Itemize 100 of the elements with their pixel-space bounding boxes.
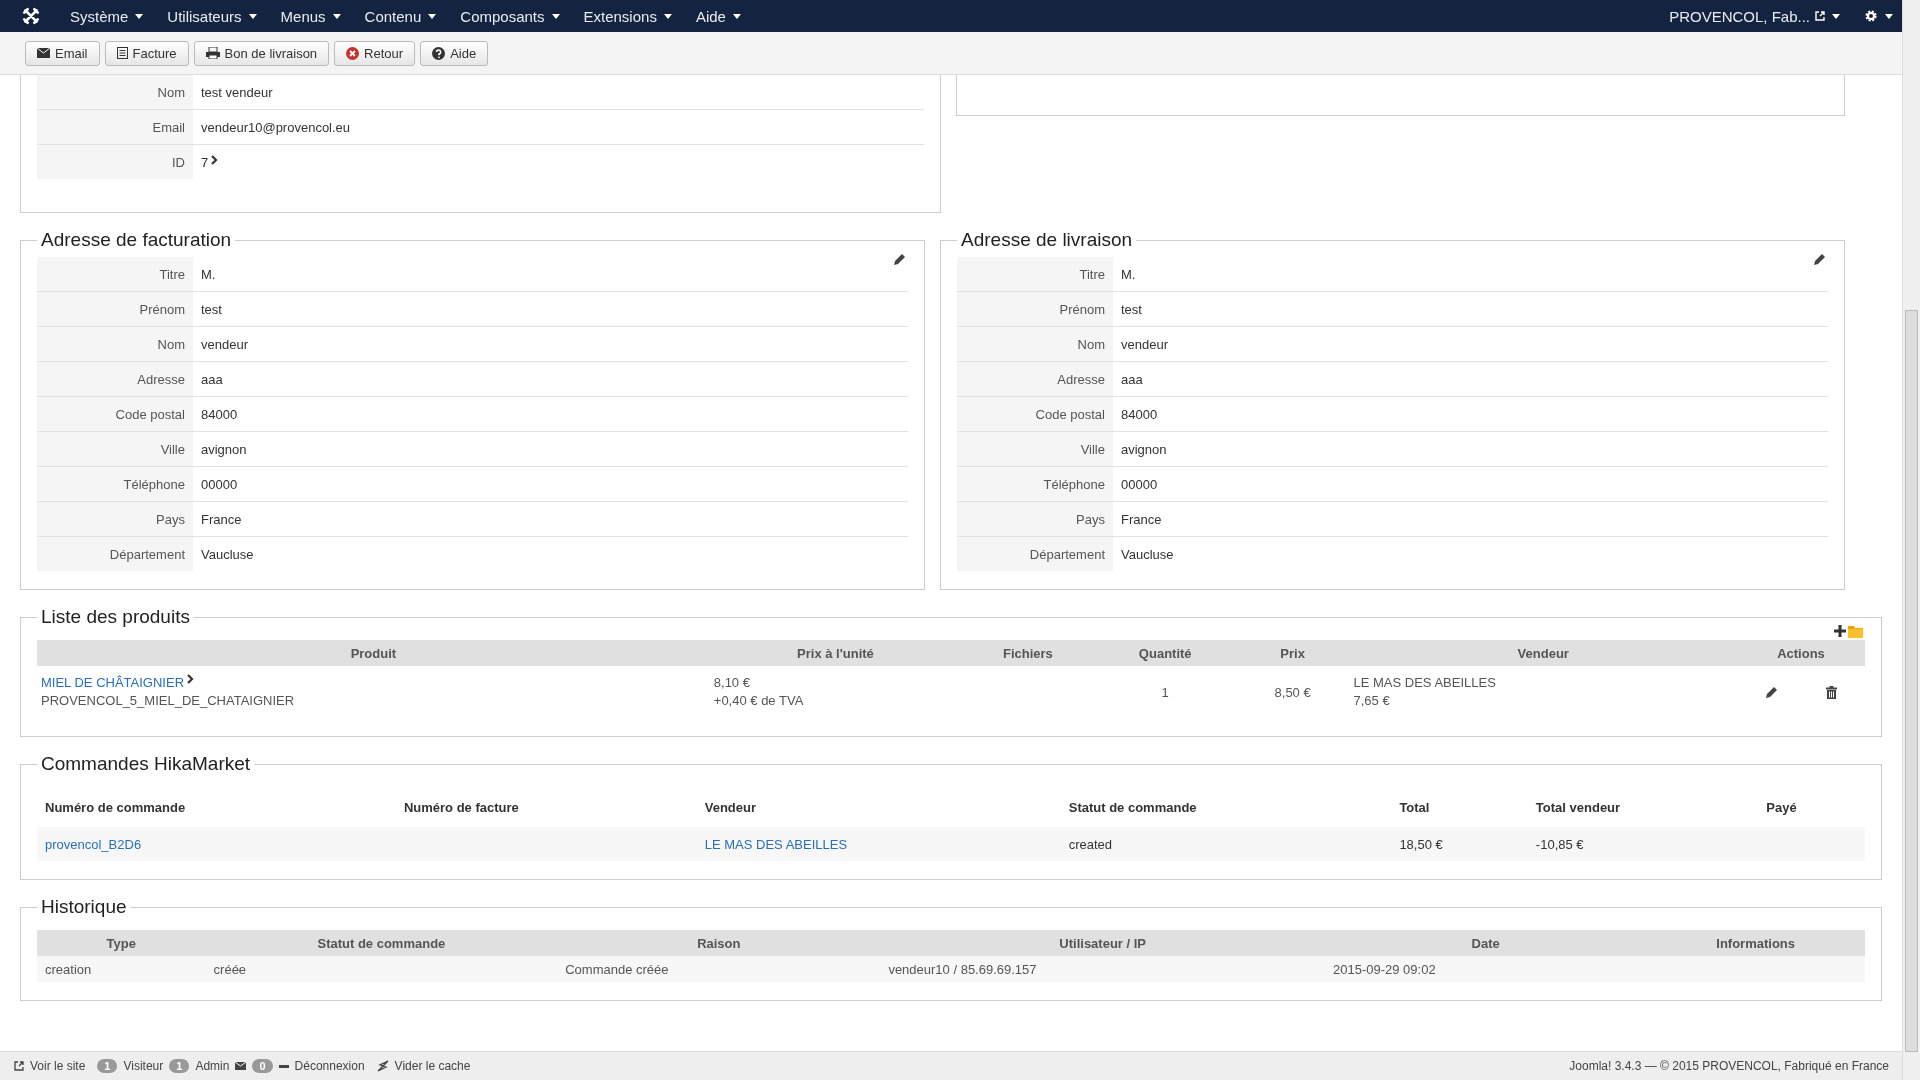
field-label: ID — [37, 144, 193, 179]
field-value: test vendeur — [201, 84, 273, 100]
table-cell: Commande créée — [557, 956, 881, 982]
envelope-icon — [37, 48, 50, 58]
column-header: Utilisateur / IP — [880, 930, 1325, 956]
column-header: Actions — [1736, 640, 1865, 666]
column-header: Informations — [1646, 930, 1865, 956]
order-link[interactable]: provencol_B2D6 — [45, 836, 142, 852]
count-badge: 1 — [169, 1059, 190, 1073]
field-label: Nom — [37, 75, 193, 110]
column-header: Type — [37, 930, 206, 956]
field-label: Email — [37, 109, 193, 145]
column-header: Date — [1325, 930, 1647, 956]
external-link-icon — [14, 1061, 24, 1071]
column-header: Quantité — [1094, 640, 1236, 666]
menu-item[interactable]: Composants — [450, 0, 570, 32]
field-value: M. — [201, 266, 216, 282]
field-value: vendeur — [201, 336, 248, 352]
menu-item[interactable]: Menus — [270, 0, 351, 32]
table-cell: creation — [37, 956, 206, 982]
field-label: Adresse — [957, 361, 1113, 397]
close-icon — [346, 46, 360, 60]
field-label: Prénom — [957, 291, 1113, 327]
trash-icon[interactable] — [1826, 685, 1837, 699]
field-value: avignon — [1121, 441, 1167, 457]
status-cell: created — [1060, 827, 1392, 861]
field-label: Téléphone — [957, 466, 1113, 502]
count-badge: 0 — [252, 1059, 273, 1073]
tax-amount: +0,40 € de TVA — [713, 692, 805, 710]
edit-icon[interactable] — [1813, 253, 1826, 266]
total-cell: 18,50 € — [1391, 827, 1528, 861]
field-value: 7 — [201, 154, 209, 170]
field-value: Vaucluse — [201, 546, 254, 562]
toolbar-button[interactable]: Aide — [420, 40, 489, 66]
copyright-text: Joomla! 3.4.3 — © 2015 PROVENCOL, Fabriqué en France — [1569, 1059, 1889, 1073]
logo-icon[interactable] — [22, 7, 40, 25]
field-value: aaa — [201, 371, 223, 387]
chevron-icon[interactable] — [211, 154, 219, 165]
field-label: Département — [37, 536, 193, 571]
printer-icon — [205, 47, 220, 59]
edit-icon[interactable] — [1764, 685, 1778, 699]
menu-item[interactable]: Extensions — [573, 0, 682, 32]
column-header: Prix à l'unité — [709, 640, 962, 666]
field-value: M. — [1121, 266, 1136, 282]
field-label: Titre — [957, 257, 1113, 292]
quantity-cell: 1 — [1094, 666, 1236, 718]
field-value: vendeur — [1121, 336, 1168, 352]
field-label: Ville — [957, 431, 1113, 467]
menu-item[interactable]: Système — [60, 0, 154, 32]
section-title: Historique — [40, 896, 128, 918]
field-value: aaa — [1121, 371, 1143, 387]
field-value: vendeur10@provencol.eu — [201, 119, 351, 135]
gear-icon — [1864, 9, 1878, 23]
view-site-link[interactable]: Voir le site — [30, 1059, 86, 1073]
section-title: Adresse de livraison — [960, 229, 1134, 251]
product-code: PROVENCOL_5_MIEL_DE_CHATAIGNIER — [41, 692, 296, 710]
user-menu[interactable]: PROVENCOL, Fab... — [1659, 0, 1850, 32]
status-label: Admin — [195, 1059, 230, 1073]
column-header: Produit — [37, 640, 710, 666]
field-value: 84000 — [1121, 406, 1158, 422]
product-link[interactable]: MIEL DE CHÂTAIGNIER — [41, 675, 185, 690]
clear-cache-link[interactable]: Vider le cache — [394, 1059, 471, 1073]
menu-item[interactable]: Contenu — [354, 0, 447, 32]
vendor-link[interactable]: LE MAS DES ABEILLES — [704, 836, 848, 852]
external-link-icon — [1815, 11, 1825, 21]
toolbar-button[interactable]: Email — [25, 40, 100, 66]
table-cell: 2015-09-29 09:02 — [1325, 956, 1647, 982]
add-icon[interactable] — [1834, 625, 1846, 637]
field-label: Adresse — [37, 361, 193, 397]
chevron-icon[interactable] — [187, 674, 195, 684]
help-icon — [432, 46, 446, 60]
logout-link[interactable]: Déconnexion — [294, 1059, 365, 1073]
toolbar-button[interactable]: Bon de livraison — [193, 40, 330, 66]
column-header: Fichiers — [961, 640, 1095, 666]
edit-icon[interactable] — [893, 253, 906, 266]
field-value: France — [201, 511, 242, 527]
field-value: France — [1121, 511, 1162, 527]
field-value: Vaucluse — [1121, 546, 1174, 562]
menu-item[interactable]: Aide — [685, 0, 751, 32]
field-label: Département — [957, 536, 1113, 571]
section-title: Adresse de facturation — [40, 229, 233, 251]
field-value: test — [201, 301, 222, 317]
document-icon — [116, 47, 128, 59]
mail-icon — [235, 1062, 247, 1070]
vendor-total-cell: -10,85 € — [1527, 827, 1759, 861]
menu-item[interactable]: Utilisateurs — [157, 0, 267, 32]
field-label: Prénom — [37, 291, 193, 327]
table-cell: créée — [205, 956, 558, 982]
toolbar-button[interactable]: Retour — [334, 40, 416, 66]
column-header: Total vendeur — [1527, 787, 1759, 827]
column-header: Statut de commande — [205, 930, 558, 956]
field-value: 00000 — [1121, 476, 1158, 492]
column-header: Payé — [1758, 787, 1865, 827]
column-header: Raison — [557, 930, 881, 956]
section-title: Commandes HikaMarket — [40, 753, 252, 775]
toolbar-button[interactable]: Facture — [104, 40, 189, 66]
minus-icon — [278, 1064, 289, 1068]
field-value: avignon — [201, 441, 247, 457]
field-value: 00000 — [201, 476, 238, 492]
section-title: Liste des produits — [40, 606, 191, 628]
